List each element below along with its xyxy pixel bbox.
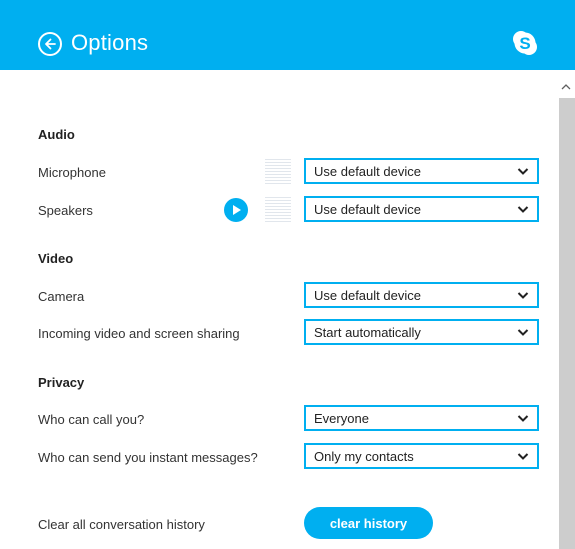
camera-select[interactable]: Use default device (304, 282, 539, 308)
chevron-down-icon (517, 329, 529, 336)
chevron-up-icon (561, 84, 571, 90)
clear-history-label: Clear all conversation history (38, 517, 205, 532)
section-title-video: Video (38, 251, 74, 266)
play-icon (233, 205, 241, 215)
microphone-level-meter (265, 159, 291, 185)
microphone-select[interactable]: Use default device (304, 158, 539, 184)
back-arrow-icon (45, 38, 56, 50)
scroll-up-button[interactable] (557, 81, 575, 93)
skype-logo-icon: S (513, 31, 537, 55)
scroll-thumb[interactable] (559, 98, 575, 549)
page-title: Options (71, 30, 149, 55)
who-can-message-label: Who can send you instant messages? (38, 450, 258, 465)
options-window: Options S Audio Microphone Use default d… (0, 0, 575, 549)
speakers-select[interactable]: Use default device (304, 196, 539, 222)
incoming-video-select-value: Start automatically (314, 325, 421, 340)
microphone-select-value: Use default device (314, 164, 421, 179)
who-can-call-label: Who can call you? (38, 412, 145, 427)
speakers-level-meter (265, 197, 291, 223)
chevron-down-icon (517, 206, 529, 213)
camera-select-value: Use default device (314, 288, 421, 303)
who-can-message-select[interactable]: Only my contacts (304, 443, 539, 469)
back-button[interactable] (38, 32, 62, 56)
incoming-video-label: Incoming video and screen sharing (38, 326, 240, 341)
who-can-call-select-value: Everyone (314, 411, 369, 426)
microphone-label: Microphone (38, 165, 106, 180)
clear-history-button[interactable]: clear history (304, 507, 433, 539)
speakers-label: Speakers (38, 203, 93, 218)
options-content: Audio Microphone Use default device Spea… (0, 71, 557, 549)
header-bar: Options S (0, 0, 575, 70)
chevron-down-icon (517, 415, 529, 422)
chevron-down-icon (517, 453, 529, 460)
chevron-down-icon (517, 168, 529, 175)
speakers-test-play-button[interactable] (224, 198, 248, 222)
incoming-video-select[interactable]: Start automatically (304, 319, 539, 345)
camera-label: Camera (38, 289, 85, 304)
who-can-call-select[interactable]: Everyone (304, 405, 539, 431)
speakers-select-value: Use default device (314, 202, 421, 217)
chevron-down-icon (517, 292, 529, 299)
section-title-privacy: Privacy (38, 375, 85, 390)
who-can-message-select-value: Only my contacts (314, 449, 414, 464)
vertical-scrollbar[interactable] (557, 71, 575, 549)
svg-text:S: S (519, 34, 530, 53)
section-title-audio: Audio (38, 127, 75, 142)
